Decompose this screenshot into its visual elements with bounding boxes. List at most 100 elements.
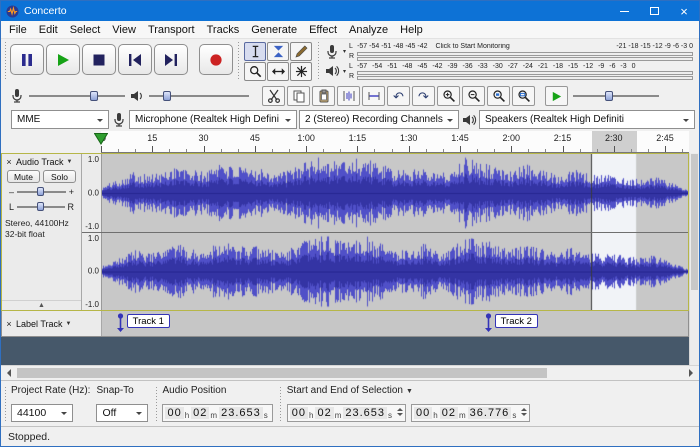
selection-toolbar-grip[interactable] [3,387,7,421]
fit-selection-button[interactable] [487,86,510,106]
selection-start-hours[interactable]: 00 [289,407,308,419]
zoom-in-button[interactable] [437,86,460,106]
label-text[interactable]: Track 1 [126,314,170,328]
recording-meter[interactable]: ▾ L R -57 -54 -51 -48 -45 -42 Click to S… [324,43,693,61]
play-position-triangle[interactable] [94,133,108,145]
menu-edit[interactable]: Edit [33,21,64,38]
snap-to-select[interactable]: Off [96,404,149,422]
solo-button[interactable]: Solo [43,170,76,183]
vertical-scrollbar-thumb[interactable] [691,154,698,290]
label-track-close-button[interactable]: × [4,319,14,329]
gain-slider[interactable] [17,186,66,198]
cut-button[interactable] [262,86,285,106]
minimize-button[interactable] [609,1,639,21]
selection-end-minutes[interactable]: 02 [439,407,458,419]
zoom-out-button[interactable] [462,86,485,106]
fit-project-button[interactable] [512,86,535,106]
audio-track[interactable]: × Audio Track ▼ Mute Solo – + L R Stereo… [1,153,689,311]
play-speed-slider[interactable] [573,89,659,103]
redo-button[interactable]: ↷ [412,86,435,106]
pan-slider-thumb[interactable] [36,202,44,211]
input-channels-select[interactable]: 2 (Stereo) Recording Channels [299,110,459,129]
gain-slider-thumb[interactable] [37,187,45,196]
play-button[interactable] [46,44,80,75]
title-bar[interactable]: Concerto × [1,1,699,21]
audio-host-select[interactable]: MME [11,110,109,129]
menu-view[interactable]: View [106,21,142,38]
label-track[interactable]: × Label Track ▼ Track 1 Track 2 [1,311,689,337]
menu-select[interactable]: Select [64,21,107,38]
label-flag[interactable]: Track 1 [116,313,170,333]
copy-button[interactable] [287,86,310,106]
menu-tracks[interactable]: Tracks [201,21,246,38]
timeline-ruler[interactable]: 01530451:001:151:301:452:002:152:302:45 [101,131,689,153]
audio-track-title[interactable]: Audio Track [16,157,64,167]
right-channel-vertical-ruler[interactable]: 1.0 0.0 -1.0 [82,232,102,310]
audio-track-close-button[interactable]: × [4,157,14,167]
play-speed-thumb[interactable] [605,91,614,101]
selection-end-hours[interactable]: 00 [414,407,433,419]
mute-button[interactable]: Mute [7,170,40,183]
audio-position-seconds[interactable]: 23.653 [219,407,263,419]
stop-button[interactable] [82,44,116,75]
playback-volume-thumb[interactable] [163,91,171,101]
playback-volume-slider[interactable] [149,89,249,103]
selection-start-minutes[interactable]: 02 [315,407,334,419]
menu-help[interactable]: Help [394,21,429,38]
horizontal-scrollbar[interactable] [1,365,699,380]
collapse-track-button[interactable]: ▲ [2,300,81,310]
project-rate-select[interactable]: 44100 [11,404,73,422]
envelope-tool-button[interactable] [267,42,289,61]
vertical-scrollbar[interactable] [689,153,699,365]
selection-end-field[interactable]: 00 h 02 m 36.776 s [411,404,531,422]
skip-to-start-button[interactable] [118,44,152,75]
selection-range-mode-select[interactable]: Start and End of Selection ▼ [287,385,531,396]
selection-start-field[interactable]: 00 h 02 m 23.653 s [286,404,407,422]
audio-position-field[interactable]: 00 h 02 m 23.653 s [162,404,273,422]
skip-to-end-button[interactable] [154,44,188,75]
input-device-select[interactable]: Microphone (Realtek High Defini [129,110,297,129]
transport-toolbar-grip[interactable] [3,42,7,81]
menu-effect[interactable]: Effect [303,21,343,38]
close-button[interactable]: × [669,1,699,21]
label-track-area[interactable]: Track 1 Track 2 [102,311,688,336]
label-flag[interactable]: Track 2 [484,313,538,333]
trim-audio-button[interactable] [337,86,360,106]
selection-end-spinner[interactable] [521,407,528,419]
playback-meter-dropdown-icon[interactable]: ▾ [343,68,346,75]
multi-tool-button[interactable] [290,62,312,81]
output-device-select[interactable]: Speakers (Realtek High Definiti [479,110,695,129]
recording-volume-thumb[interactable] [90,91,99,101]
waveform-left[interactable] [102,154,688,232]
recording-meter-dropdown-icon[interactable]: ▾ [343,48,346,55]
selection-tool-button[interactable] [244,42,266,61]
meter-toolbar-grip[interactable] [316,42,320,81]
audio-track-menu-icon[interactable]: ▼ [67,159,73,165]
menu-generate[interactable]: Generate [245,21,303,38]
audio-position-minutes[interactable]: 02 [191,407,210,419]
audio-position-grip[interactable] [154,387,159,421]
label-track-menu-icon[interactable]: ▼ [66,321,72,327]
scroll-right-button[interactable] [684,366,699,380]
menu-file[interactable]: File [3,21,33,38]
recording-volume-slider[interactable] [29,89,125,103]
timeshift-tool-button[interactable] [267,62,289,81]
left-channel-wave-area[interactable] [102,154,688,232]
playback-meter[interactable]: ▾ L R -57 -54 -51 -48 -45 -42 -39 -36 -3… [324,63,693,81]
undo-button[interactable]: ↶ [387,86,410,106]
horizontal-scrollbar-thumb[interactable] [17,368,548,378]
zoom-tool-button[interactable] [244,62,266,81]
silence-audio-button[interactable] [362,86,385,106]
tools-toolbar-grip[interactable] [236,42,240,81]
scroll-left-button[interactable] [1,366,16,380]
play-at-speed-button[interactable] [545,86,568,106]
record-button[interactable] [199,44,233,75]
waveform-right[interactable] [102,232,688,310]
selection-start-seconds[interactable]: 23.653 [343,407,388,419]
left-channel-vertical-ruler[interactable]: 1.0 0.0 -1.0 [82,154,102,232]
menu-analyze[interactable]: Analyze [343,21,394,38]
maximize-button[interactable] [639,1,669,21]
pan-slider[interactable] [17,201,65,213]
draw-tool-button[interactable] [290,42,312,61]
selection-end-seconds[interactable]: 36.776 [467,407,512,419]
